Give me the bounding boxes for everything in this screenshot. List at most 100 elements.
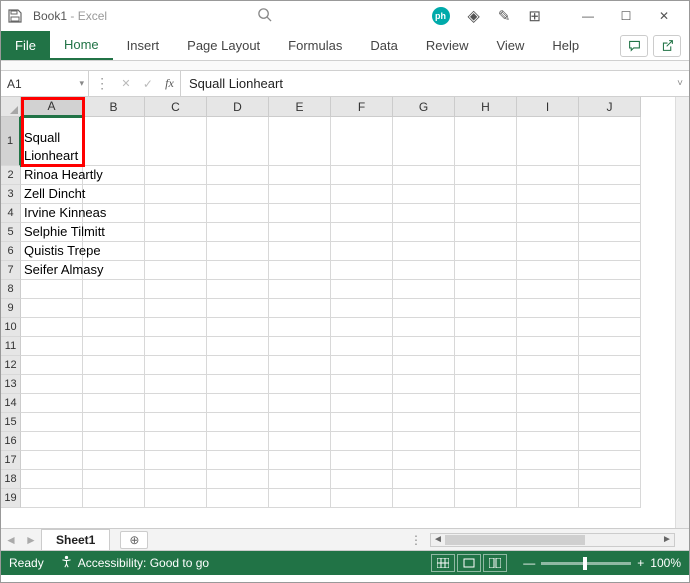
cell-H3[interactable] [455, 185, 517, 204]
cell-F4[interactable] [331, 204, 393, 223]
cell-F8[interactable] [331, 280, 393, 299]
window-layout-icon[interactable]: ⊞ [528, 7, 541, 25]
sheet-tab-sheet1[interactable]: Sheet1 [41, 529, 110, 550]
row-header-14[interactable]: 14 [1, 394, 21, 413]
cell-J3[interactable] [579, 185, 641, 204]
cell-D7[interactable] [207, 261, 269, 280]
cell-J15[interactable] [579, 413, 641, 432]
cell-C1[interactable] [145, 117, 207, 166]
cell-B5[interactable] [83, 223, 145, 242]
zoom-level[interactable]: 100% [650, 556, 681, 570]
cell-E7[interactable] [269, 261, 331, 280]
tab-review[interactable]: Review [412, 31, 483, 60]
cell-C10[interactable] [145, 318, 207, 337]
tab-home[interactable]: Home [50, 31, 113, 60]
cell-D10[interactable] [207, 318, 269, 337]
fx-icon[interactable]: fx [165, 76, 174, 91]
cell-D3[interactable] [207, 185, 269, 204]
cell-I5[interactable] [517, 223, 579, 242]
row-header-9[interactable]: 9 [1, 299, 21, 318]
cell-I12[interactable] [517, 356, 579, 375]
cell-C8[interactable] [145, 280, 207, 299]
cell-B6[interactable] [83, 242, 145, 261]
cell-D12[interactable] [207, 356, 269, 375]
cell-H18[interactable] [455, 470, 517, 489]
cell-G4[interactable] [393, 204, 455, 223]
cell-B3[interactable] [83, 185, 145, 204]
row-header-7[interactable]: 7 [1, 261, 21, 280]
cell-D9[interactable] [207, 299, 269, 318]
accessibility-status[interactable]: Accessibility: Good to go [60, 555, 209, 571]
cell-H15[interactable] [455, 413, 517, 432]
cell-B14[interactable] [83, 394, 145, 413]
cell-I17[interactable] [517, 451, 579, 470]
cell-H9[interactable] [455, 299, 517, 318]
cell-I10[interactable] [517, 318, 579, 337]
cell-D13[interactable] [207, 375, 269, 394]
tab-help[interactable]: Help [538, 31, 593, 60]
cell-G16[interactable] [393, 432, 455, 451]
cell-A6[interactable]: Quistis Trepe [21, 242, 83, 261]
cell-A19[interactable] [21, 489, 83, 508]
cell-F16[interactable] [331, 432, 393, 451]
cell-H5[interactable] [455, 223, 517, 242]
cell-C9[interactable] [145, 299, 207, 318]
cell-E10[interactable] [269, 318, 331, 337]
cell-G12[interactable] [393, 356, 455, 375]
cell-B15[interactable] [83, 413, 145, 432]
cell-F10[interactable] [331, 318, 393, 337]
name-box[interactable]: A1 ▾ [1, 71, 89, 96]
cell-I19[interactable] [517, 489, 579, 508]
row-header-19[interactable]: 19 [1, 489, 21, 508]
cell-E14[interactable] [269, 394, 331, 413]
row-header-5[interactable]: 5 [1, 223, 21, 242]
cell-H13[interactable] [455, 375, 517, 394]
premium-diamond-icon[interactable]: ◈ [468, 6, 480, 26]
cell-C14[interactable] [145, 394, 207, 413]
pencil-icon[interactable]: ✎ [498, 7, 511, 25]
cell-J10[interactable] [579, 318, 641, 337]
cell-H7[interactable] [455, 261, 517, 280]
cell-B12[interactable] [83, 356, 145, 375]
row-header-8[interactable]: 8 [1, 280, 21, 299]
cell-G8[interactable] [393, 280, 455, 299]
cell-G14[interactable] [393, 394, 455, 413]
cell-H2[interactable] [455, 166, 517, 185]
row-header-18[interactable]: 18 [1, 470, 21, 489]
formula-expand-icon[interactable]: ˅ [671, 71, 689, 96]
sheet-nav-next[interactable]: ► [21, 533, 41, 547]
cell-G19[interactable] [393, 489, 455, 508]
cell-E13[interactable] [269, 375, 331, 394]
sheet-nav-prev[interactable]: ◄ [1, 533, 21, 547]
cell-H4[interactable] [455, 204, 517, 223]
cell-H8[interactable] [455, 280, 517, 299]
cell-D19[interactable] [207, 489, 269, 508]
cell-B7[interactable] [83, 261, 145, 280]
col-header-A[interactable]: A [21, 97, 83, 117]
row-header-16[interactable]: 16 [1, 432, 21, 451]
share-button[interactable] [653, 35, 681, 57]
formula-input[interactable]: Squall Lionheart [181, 71, 671, 96]
cell-H10[interactable] [455, 318, 517, 337]
cell-B9[interactable] [83, 299, 145, 318]
cell-I16[interactable] [517, 432, 579, 451]
cell-F17[interactable] [331, 451, 393, 470]
cell-H12[interactable] [455, 356, 517, 375]
cell-C13[interactable] [145, 375, 207, 394]
search-icon[interactable] [257, 7, 272, 25]
cell-G6[interactable] [393, 242, 455, 261]
cell-I18[interactable] [517, 470, 579, 489]
cell-D15[interactable] [207, 413, 269, 432]
col-header-B[interactable]: B [83, 97, 145, 117]
cell-D11[interactable] [207, 337, 269, 356]
cell-B10[interactable] [83, 318, 145, 337]
cell-A10[interactable] [21, 318, 83, 337]
cell-G7[interactable] [393, 261, 455, 280]
zoom-slider-knob[interactable] [583, 557, 587, 570]
cell-H17[interactable] [455, 451, 517, 470]
name-box-dropdown-icon[interactable]: ▾ [79, 78, 84, 89]
cell-C19[interactable] [145, 489, 207, 508]
cell-J13[interactable] [579, 375, 641, 394]
cell-B2[interactable] [83, 166, 145, 185]
cell-J17[interactable] [579, 451, 641, 470]
